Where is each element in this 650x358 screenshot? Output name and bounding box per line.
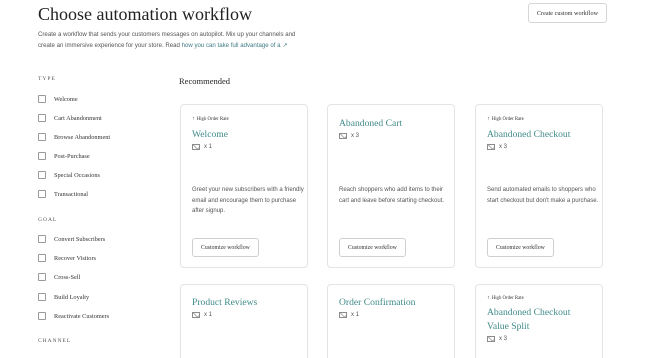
- filter-cart-abandonment[interactable]: Cart Abandonment: [38, 113, 102, 123]
- arrow-up-icon: ↑: [192, 116, 195, 122]
- card-title[interactable]: Order Confirmation: [339, 296, 446, 310]
- filter-cross-sell[interactable]: Cross-Sell: [38, 272, 80, 282]
- filter-label: Cart Abandonment: [54, 114, 102, 122]
- filter-label: Browse Abandonment: [54, 133, 111, 141]
- intro-text: Create a workflow that sends your custom…: [38, 30, 328, 51]
- card-title[interactable]: Product Reviews: [192, 296, 299, 310]
- checkbox[interactable]: [38, 114, 46, 122]
- checkbox[interactable]: [38, 273, 46, 281]
- card-title[interactable]: Abandoned Cart: [339, 117, 446, 131]
- mail-icon: [487, 336, 495, 342]
- checkbox[interactable]: [38, 95, 46, 103]
- mail-icon: [192, 312, 200, 318]
- filter-label: Recover Visitors: [54, 254, 97, 262]
- filter-label: Special Occasions: [54, 171, 100, 179]
- filter-special-occasions[interactable]: Special Occasions: [38, 170, 100, 180]
- checkbox[interactable]: [38, 235, 46, 243]
- checkbox[interactable]: [38, 133, 46, 141]
- filter-convert-subscribers[interactable]: Convert Subscribers: [38, 234, 105, 244]
- badge-label: High Order Rate: [491, 295, 524, 301]
- channel-count: x 1: [204, 312, 213, 318]
- mail-icon: [192, 144, 200, 150]
- checkbox[interactable]: [38, 293, 46, 301]
- type-heading: TYPE: [38, 76, 56, 82]
- filter-reactivate-customers[interactable]: Reactivate Customers: [38, 311, 109, 321]
- filter-label: Reactivate Customers: [54, 312, 110, 320]
- checkbox[interactable]: [38, 171, 46, 179]
- intro-line-2: create an immersive experience for your …: [38, 41, 182, 49]
- channel-count: x 3: [499, 144, 508, 150]
- page-title: Choose automation workflow: [38, 4, 252, 24]
- filter-label: Build Loyalty: [54, 293, 90, 301]
- high-order-rate-badge: ↑ High Order Rate: [192, 116, 229, 122]
- card-description: Send automated emails to shoppers who st…: [487, 187, 599, 204]
- filter-welcome[interactable]: Welcome: [38, 94, 78, 104]
- filter-label: Post-Purchase: [54, 152, 90, 160]
- channel-count: x 3: [351, 133, 360, 139]
- intro-line-1: Create a workflow that sends your custom…: [38, 31, 296, 38]
- create-custom-workflow-button[interactable]: Create custom workflow: [528, 3, 607, 23]
- card-title[interactable]: Abandoned Checkout: [487, 128, 594, 142]
- channel-info: x 3: [487, 336, 507, 342]
- channel-count: x 1: [351, 312, 360, 318]
- channel-info: x 1: [192, 144, 212, 150]
- channel-heading: CHANNEL: [38, 338, 72, 344]
- mail-icon: [339, 312, 347, 318]
- card-description: Reach shoppers who add items to their ca…: [339, 187, 445, 204]
- filter-label: Cross-Sell: [54, 273, 81, 281]
- badge-label: High Order Rate: [196, 116, 229, 122]
- recommended-heading: Recommended: [179, 76, 230, 86]
- workflow-card-welcome[interactable]: ↑ High Order Rate Welcome x 1 Greet your …: [180, 104, 308, 268]
- channel-count: x 1: [204, 144, 213, 150]
- filter-label: Welcome: [54, 95, 78, 103]
- card-description: Greet your new subscribers with a friend…: [192, 187, 304, 214]
- learn-more-link[interactable]: how you can take full advantage of a: [182, 42, 281, 49]
- workflow-card-abandoned-checkout-value-split[interactable]: ↑ High Order Rate Abandoned Checkout Valu…: [475, 284, 603, 358]
- badge-label: High Order Rate: [491, 116, 524, 122]
- goal-heading: GOAL: [38, 217, 58, 223]
- channel-info: x 3: [487, 144, 507, 150]
- filter-transactional[interactable]: Transactional: [38, 189, 88, 199]
- filter-browse-abandonment[interactable]: Browse Abandonment: [38, 132, 110, 142]
- checkbox[interactable]: [38, 254, 46, 262]
- channel-info: x 3: [339, 133, 359, 139]
- filter-recover-visitors[interactable]: Recover Visitors: [38, 253, 96, 263]
- filter-post-purchase[interactable]: Post-Purchase: [38, 151, 90, 161]
- workflow-card-abandoned-checkout[interactable]: ↑ High Order Rate Abandoned Checkout x 3 …: [475, 104, 603, 268]
- customize-workflow-button[interactable]: Customize workflow: [339, 238, 406, 257]
- filter-build-loyalty[interactable]: Build Loyalty: [38, 292, 89, 302]
- mail-icon: [339, 133, 347, 139]
- checkbox[interactable]: [38, 190, 46, 198]
- channel-count: x 3: [499, 336, 508, 342]
- checkbox[interactable]: [38, 152, 46, 160]
- arrow-up-icon: ↑: [487, 295, 490, 301]
- channel-info: x 1: [192, 312, 212, 318]
- workflow-card-product-reviews[interactable]: Product Reviews x 1: [180, 284, 308, 358]
- external-link-icon: ↗: [282, 42, 288, 49]
- filter-label: Transactional: [54, 190, 89, 198]
- card-title[interactable]: Welcome: [192, 128, 299, 142]
- checkbox[interactable]: [38, 312, 46, 320]
- workflow-card-order-confirmation[interactable]: Order Confirmation x 1: [327, 284, 455, 358]
- mail-icon: [487, 144, 495, 150]
- high-order-rate-badge: ↑ High Order Rate: [487, 295, 524, 301]
- customize-workflow-button[interactable]: Customize workflow: [192, 238, 259, 257]
- arrow-up-icon: ↑: [487, 116, 490, 122]
- workflow-card-abandoned-cart[interactable]: Abandoned Cart x 3 Reach shoppers who ad…: [327, 104, 455, 268]
- filter-label: Convert Subscribers: [54, 235, 106, 243]
- customize-workflow-button[interactable]: Customize workflow: [487, 238, 554, 257]
- card-title[interactable]: Abandoned Checkout Value Split: [487, 306, 594, 333]
- channel-info: x 1: [339, 312, 359, 318]
- high-order-rate-badge: ↑ High Order Rate: [487, 116, 524, 122]
